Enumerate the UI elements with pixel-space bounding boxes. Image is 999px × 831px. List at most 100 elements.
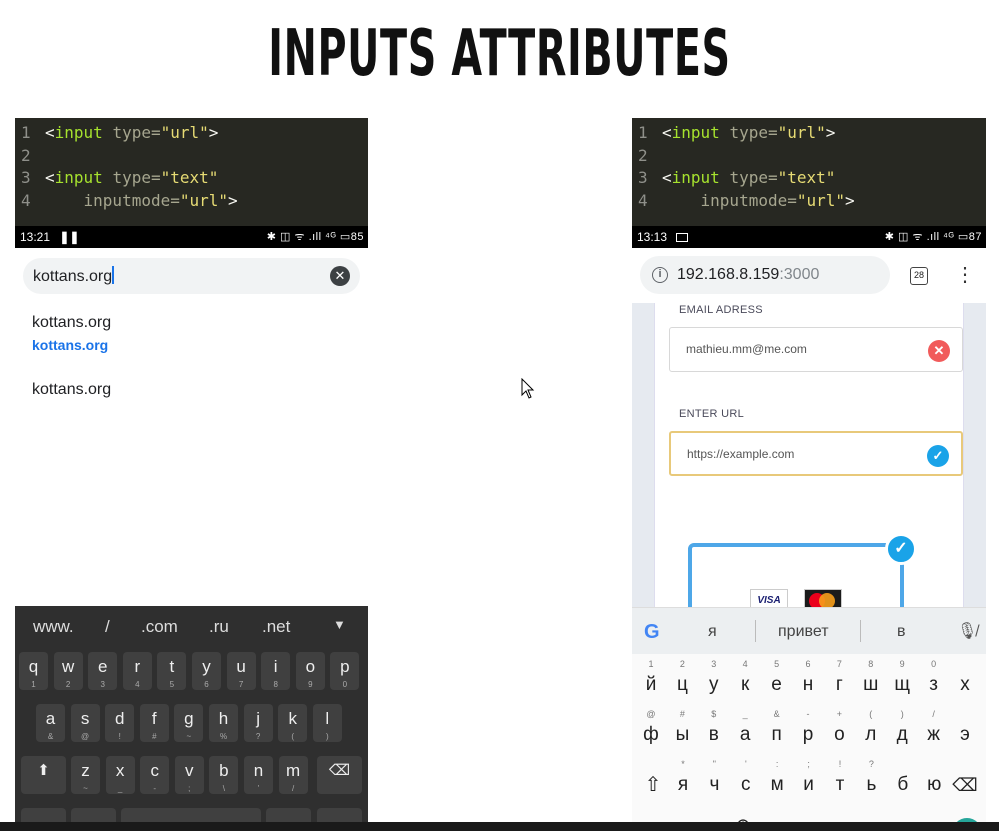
key-label: d — [114, 709, 125, 728]
backspace-icon[interactable]: ⌫ — [317, 756, 362, 794]
key-г[interactable]: 7г — [824, 658, 854, 704]
key-y[interactable]: y6 — [192, 652, 221, 690]
key-c[interactable]: c- — [140, 756, 170, 794]
word-suggestion[interactable]: привет — [778, 623, 829, 641]
key-q[interactable]: q1 — [19, 652, 48, 690]
suggestion-title[interactable]: kottans.org — [32, 314, 111, 332]
key-д[interactable]: ) д — [887, 708, 917, 754]
key-f[interactable]: f # — [139, 704, 169, 742]
key-с[interactable]: ' с — [731, 758, 761, 804]
key-k[interactable]: k( — [278, 704, 308, 742]
key-я[interactable]: * я — [668, 758, 698, 804]
omnibox[interactable]: kottans.org ✕ — [23, 258, 360, 294]
key-n[interactable]: n ' — [244, 756, 273, 794]
key-ж[interactable]: / ж — [919, 708, 949, 754]
key-ц[interactable]: 2ц — [667, 658, 697, 704]
key-з[interactable]: 0з — [919, 658, 949, 704]
key-ю[interactable]: ю — [919, 758, 949, 804]
right-phone-screen: i 192.168.8.159:3000 28 ⋮ EMAIL ADRESS m… — [632, 248, 986, 831]
word-suggestion[interactable]: я — [708, 623, 717, 641]
code-string: "text" — [160, 168, 219, 187]
more-menu-icon[interactable]: ⋮ — [955, 262, 975, 288]
key-label: у — [709, 674, 719, 695]
key-т[interactable]: ! т — [825, 758, 855, 804]
mic-off-icon[interactable]: 🎙︎̸ — [957, 621, 977, 641]
key-hint: 4 — [135, 680, 140, 689]
key-i[interactable]: i8 — [261, 652, 291, 690]
key-r[interactable]: r4 — [122, 652, 152, 690]
clear-icon[interactable]: ✕ — [330, 266, 350, 286]
shortcut-key[interactable]: / — [105, 617, 110, 637]
key-в[interactable]: $ в — [699, 708, 729, 754]
code-token: < — [662, 168, 672, 187]
suggestion-url[interactable]: kottans.org — [32, 337, 108, 353]
key-е[interactable]: 5е — [762, 658, 792, 704]
key-hint: 2 — [65, 680, 71, 689]
key-m[interactable]: m / — [278, 756, 308, 794]
key-б[interactable]: б — [888, 758, 918, 804]
key-b[interactable]: b \ — [209, 756, 239, 794]
key-у[interactable]: 3у — [699, 658, 729, 704]
key-label: j — [256, 709, 260, 728]
key-label: k — [288, 709, 297, 728]
credit-card-option[interactable]: VISA — [688, 543, 904, 607]
key-н[interactable]: 6н — [793, 658, 823, 704]
key-а[interactable]: _ а — [730, 708, 760, 754]
address-bar[interactable]: i 192.168.8.159:3000 — [640, 256, 890, 294]
tab-switcher-icon[interactable]: 28 — [910, 267, 928, 285]
key-ч[interactable]: " ч — [699, 758, 729, 804]
key-s[interactable]: s @ — [70, 704, 100, 742]
word-suggestion[interactable]: в — [897, 623, 906, 641]
shortcut-key[interactable]: www. — [33, 617, 74, 637]
key-u[interactable]: u7 — [226, 652, 256, 690]
key-hint: 3 — [711, 659, 717, 669]
shortcut-key[interactable]: .com — [141, 617, 178, 637]
key-о[interactable]: + о — [824, 708, 854, 754]
form-card: EMAIL ADRESS mathieu.mm@me.com ✕ ENTER U… — [654, 303, 964, 607]
key-ф[interactable]: @ ф — [636, 708, 666, 754]
code-attr: type= — [729, 123, 778, 142]
key-z[interactable]: z ~ — [71, 756, 100, 794]
key-й[interactable]: 1й — [636, 658, 666, 704]
code-string: "url" — [796, 190, 846, 210]
key-v[interactable]: v; — [174, 756, 204, 794]
key-ь[interactable]: ? ь — [856, 758, 886, 804]
key-h[interactable]: h% — [209, 704, 238, 742]
key-ы[interactable]: # ы — [667, 708, 697, 754]
key-э[interactable]: э — [950, 708, 980, 754]
shift-icon[interactable]: ⇧ — [638, 758, 668, 804]
collapse-icon[interactable]: ▼ — [333, 617, 346, 632]
address-url: 192.168.8.159:3000 — [677, 266, 819, 284]
backspace-icon[interactable]: ⌫ — [950, 758, 980, 804]
key-t[interactable]: t5 — [157, 652, 187, 690]
shortcut-key[interactable]: .ru — [209, 617, 229, 637]
key-x[interactable]: x _ — [105, 756, 135, 794]
key-р[interactable]: -р — [793, 708, 823, 754]
shortcut-key[interactable]: .net — [262, 617, 290, 637]
key-и[interactable]: ; и — [794, 758, 824, 804]
key-щ[interactable]: 9щ — [887, 658, 917, 704]
shift-icon[interactable]: ⬆ — [21, 756, 66, 794]
info-icon[interactable]: i — [652, 267, 668, 283]
key-a[interactable]: a & — [36, 704, 65, 742]
key-g[interactable]: g ~ — [174, 704, 204, 742]
key-j[interactable]: j? — [243, 704, 273, 742]
suggestion-title[interactable]: kottans.org — [32, 381, 111, 399]
key-ш[interactable]: 8ш — [856, 658, 886, 704]
key-х[interactable]: х — [950, 658, 980, 704]
omnibox-input[interactable]: kottans.org — [33, 266, 115, 286]
google-icon[interactable]: G — [644, 621, 660, 644]
key-к[interactable]: 4к — [730, 658, 760, 704]
key-l[interactable]: l) — [312, 704, 342, 742]
email-field[interactable]: mathieu.mm@me.com ✕ — [669, 327, 963, 372]
key-л[interactable]: (л — [856, 708, 886, 754]
key-o[interactable]: o9 — [295, 652, 325, 690]
key-м[interactable]: :м — [762, 758, 792, 804]
key-п[interactable]: & п — [762, 708, 792, 754]
key-e[interactable]: e3 — [88, 652, 118, 690]
key-label: ц — [676, 674, 688, 695]
url-field[interactable]: https://example.com ✓ — [669, 431, 963, 476]
key-p[interactable]: p0 — [330, 652, 360, 690]
key-w[interactable]: w2 — [53, 652, 83, 690]
key-d[interactable]: d! — [105, 704, 135, 742]
